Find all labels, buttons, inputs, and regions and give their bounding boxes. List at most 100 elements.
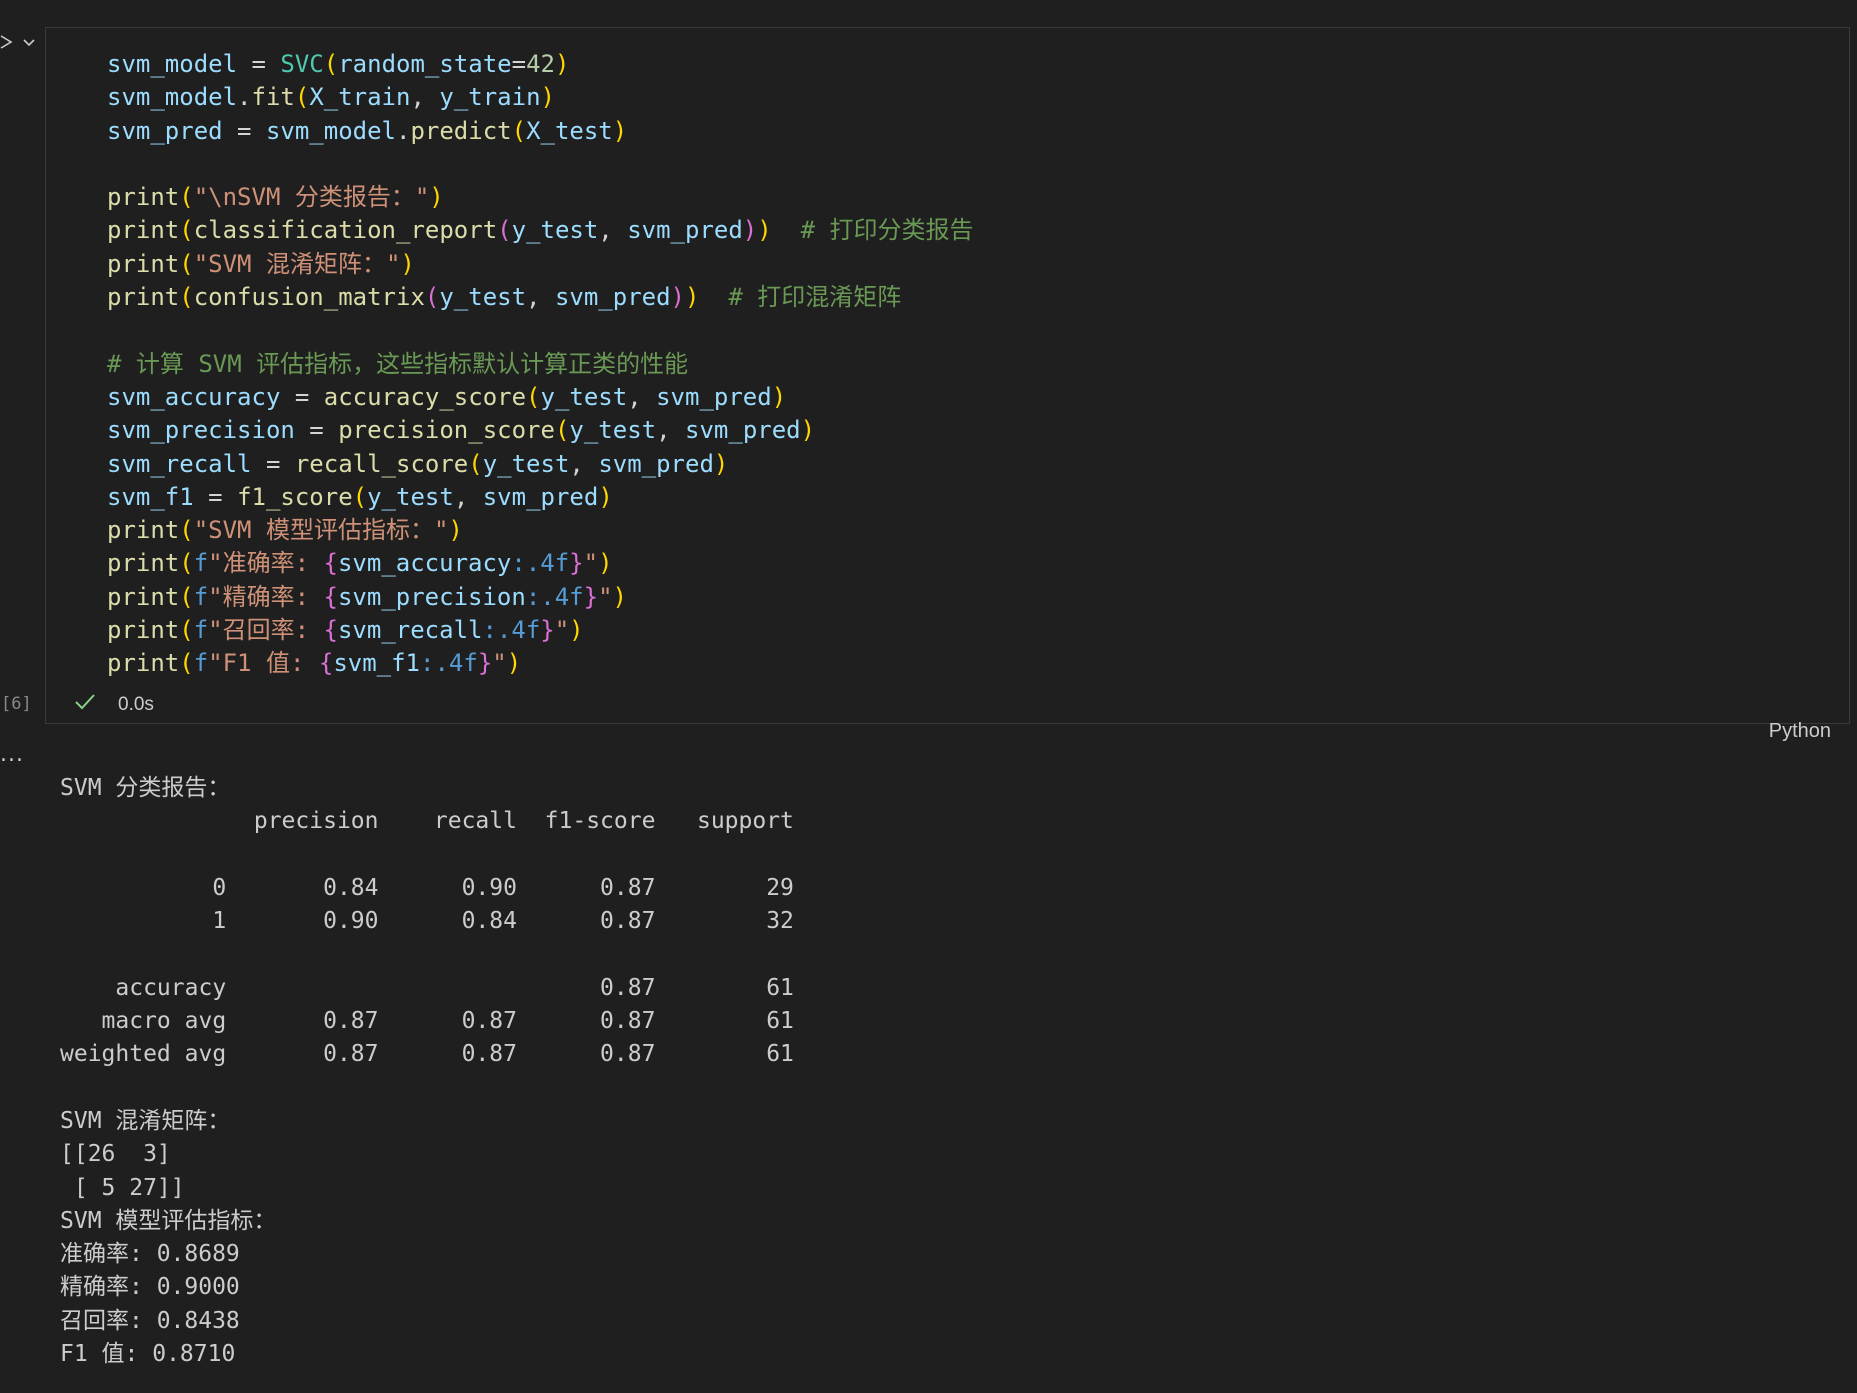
code-token: ) <box>554 50 570 78</box>
code-line[interactable]: print(classification_report(y_test, svm_… <box>107 214 974 247</box>
code-token: ) <box>670 283 685 312</box>
code-token: = <box>193 482 238 511</box>
code-line[interactable]: svm_accuracy = accuracy_score(y_test, sv… <box>107 381 974 414</box>
code-token: svm_recall <box>337 616 483 645</box>
output-line: 召回率: 0.8438 <box>60 1307 240 1334</box>
chevron-down-icon[interactable] <box>22 38 36 48</box>
code-token: ) <box>612 582 627 611</box>
language-label[interactable]: Python <box>1769 720 1831 743</box>
output-line: [ 5 27]] <box>60 1174 185 1201</box>
code-token: ) <box>448 516 463 545</box>
code-line[interactable]: svm_model = SVC(random_state=42) <box>107 48 974 81</box>
code-line[interactable]: svm_pred = svm_model.predict(X_test) <box>107 115 974 148</box>
code-token: svm_f1 <box>107 482 194 511</box>
output-line: SVM 分类报告： <box>60 775 231 801</box>
code-token: ( <box>179 216 194 245</box>
more-actions-icon[interactable]: ... <box>0 742 24 767</box>
code-token: svm_model <box>107 50 238 78</box>
code-token: ) <box>598 549 613 578</box>
output-line: macro avg 0.87 0.87 0.87 61 <box>60 1008 794 1035</box>
code-line[interactable]: print(f"准确率: {svm_accuracy:.4f}") <box>107 547 974 580</box>
code-token: "精确率: <box>208 582 324 611</box>
code-token: ( <box>526 382 541 411</box>
code-token: ) <box>800 416 816 445</box>
code-token: print <box>107 183 180 212</box>
code-token: { <box>323 616 338 645</box>
code-token: ) <box>757 216 772 245</box>
code-token: svm_pred <box>107 116 223 145</box>
code-token: 42 <box>526 50 555 78</box>
code-line[interactable]: print("\nSVM 分类报告：") <box>107 181 974 214</box>
execution-count: [6] <box>1 694 32 714</box>
code-token: precision_score <box>338 416 555 445</box>
code-token: f <box>193 549 209 578</box>
code-token: f <box>193 649 209 678</box>
code-token: :.4f <box>420 649 478 678</box>
code-token: classification_report <box>193 216 498 245</box>
execution-time: 0.0s <box>118 694 154 715</box>
output-line: accuracy 0.87 61 <box>60 974 794 1001</box>
code-line[interactable]: svm_precision = precision_score(y_test, … <box>107 414 974 447</box>
code-token: { <box>323 549 338 578</box>
code-token: . <box>396 116 411 145</box>
code-token: ( <box>497 216 512 245</box>
code-token: print <box>107 582 180 611</box>
code-token: ( <box>179 649 194 678</box>
code-token: # 打印分类报告 <box>800 216 974 245</box>
code-token: f <box>193 582 209 611</box>
code-token: svm_f1 <box>333 649 421 678</box>
code-line[interactable]: svm_model.fit(X_train, y_train) <box>107 81 974 114</box>
code-token: print <box>107 216 180 245</box>
code-token: svm_model <box>107 83 238 112</box>
code-token: svm_pred <box>627 216 743 245</box>
code-token: = <box>294 416 339 445</box>
output-line: 精确率: 0.9000 <box>60 1274 240 1301</box>
code-line[interactable]: print("SVM 模型评估指标：") <box>107 514 974 547</box>
code-line[interactable]: # 计算 SVM 评估指标，这些指标默认计算正类的性能 <box>107 348 974 381</box>
code-token: . <box>237 83 252 112</box>
code-cell[interactable]: svm_model = SVC(random_state=42) svm_mode… <box>45 27 1850 742</box>
code-token: = <box>511 50 527 78</box>
code-editor[interactable]: svm_model = SVC(random_state=42) svm_mode… <box>107 48 974 681</box>
code-line[interactable]: print(f"精确率: {svm_precision:.4f}") <box>107 581 974 614</box>
code-token: random_state <box>338 50 512 78</box>
code-token: } <box>583 582 599 611</box>
code-token: svm_precision <box>337 582 526 611</box>
code-token: , <box>598 216 628 245</box>
code-line[interactable] <box>107 314 974 347</box>
code-token: ) <box>540 83 555 112</box>
code-token: ( <box>179 183 194 212</box>
success-check-icon <box>75 694 95 710</box>
code-line[interactable]: print(f"召回率: {svm_recall:.4f}") <box>107 614 974 647</box>
run-cell-icon[interactable] <box>0 34 16 50</box>
code-token: , <box>453 482 483 511</box>
output-line: [[26 3] <box>60 1141 171 1168</box>
output-line: SVM 模型评估指标： <box>60 1207 277 1234</box>
code-token: , <box>526 283 555 312</box>
code-line[interactable]: print("SVM 混淆矩阵：") <box>107 248 974 281</box>
code-line[interactable]: print(confusion_matrix(y_test, svm_pred)… <box>107 281 974 314</box>
code-token: svm_pred <box>656 382 772 411</box>
code-token: ) <box>506 649 522 678</box>
code-token: predict <box>410 116 512 145</box>
code-token: ( <box>179 249 194 278</box>
code-token: , <box>569 449 599 478</box>
code-line[interactable]: svm_f1 = f1_score(y_test, svm_pred) <box>107 481 974 514</box>
code-token: print <box>107 549 180 578</box>
code-token: print <box>107 649 180 678</box>
output-line: weighted avg 0.87 0.87 0.87 61 <box>60 1041 794 1068</box>
code-line[interactable] <box>107 148 974 181</box>
code-line[interactable]: svm_recall = recall_score(y_test, svm_pr… <box>107 448 974 481</box>
code-token: ( <box>179 283 194 312</box>
code-token: } <box>477 649 493 678</box>
code-token: = <box>280 382 324 411</box>
code-token: :.4f <box>511 549 570 578</box>
code-line[interactable]: print(f"F1 值: {svm_f1:.4f}") <box>107 647 974 680</box>
code-token: print <box>107 616 180 645</box>
code-token: ( <box>323 50 339 78</box>
code-token: ( <box>179 549 194 578</box>
code-token: y_test <box>540 382 628 411</box>
code-token: ) <box>742 216 758 245</box>
